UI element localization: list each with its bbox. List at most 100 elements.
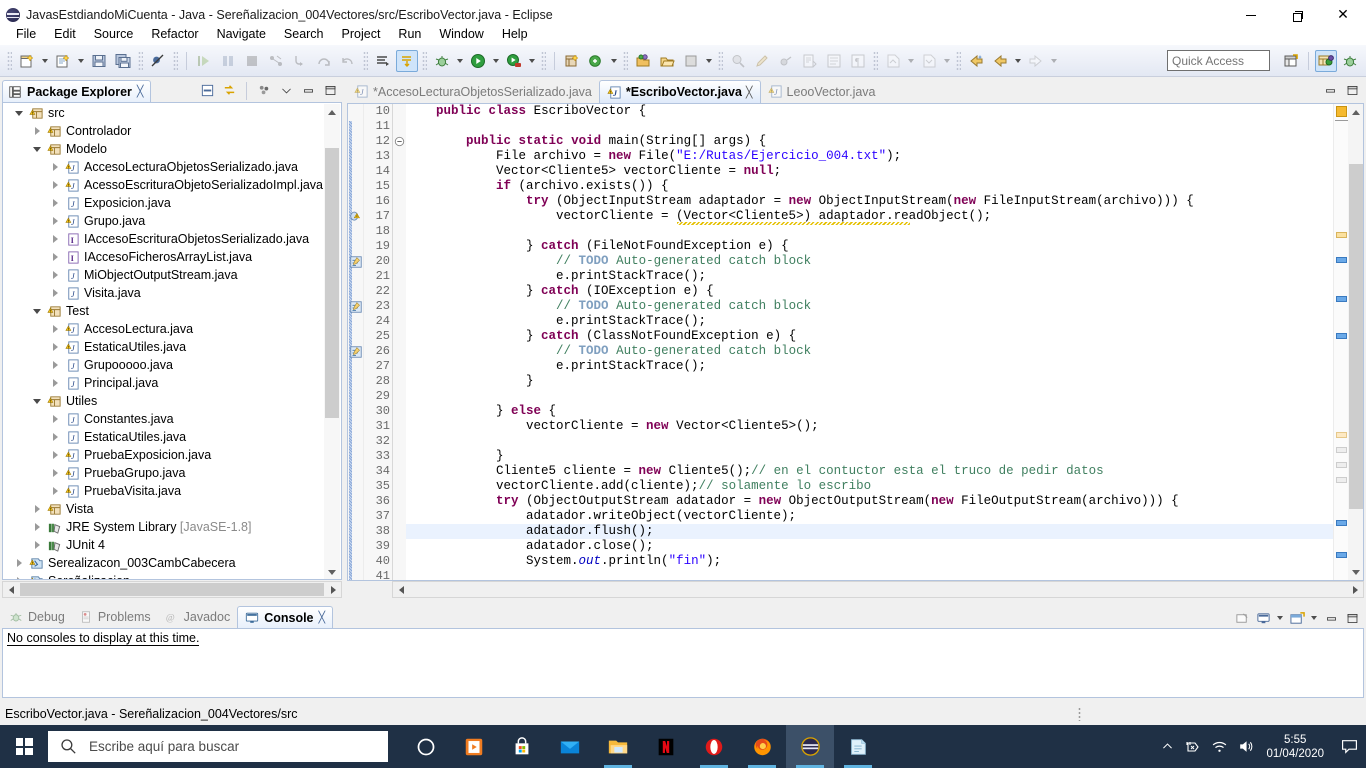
chevron-right-icon[interactable] [29,500,45,518]
code-line[interactable]: } catch (FileNotFoundException e) { [406,239,1333,254]
overview-todo-mark[interactable] [1336,552,1347,558]
notepad-icon[interactable] [834,725,882,768]
tree-item[interactable]: J AccesoLecturaObjetosSerializado.java [3,158,325,176]
chevron-right-icon[interactable] [47,158,63,176]
cortana-icon[interactable] [402,725,450,768]
scroll-left-icon[interactable] [3,582,19,597]
chevron-right-icon[interactable] [29,518,45,536]
notification-icon[interactable] [1332,725,1366,768]
chevron-down-icon[interactable] [608,50,620,72]
toolbar-grip[interactable] [422,50,427,71]
editor-status-indicator[interactable] [1336,106,1347,117]
chevron-down-icon[interactable] [29,302,45,320]
chevron-down-icon[interactable] [1274,607,1286,629]
todo-marker-icon[interactable] [349,345,363,359]
open-task-icon[interactable] [656,50,678,72]
code-line[interactable]: } [406,449,1333,464]
tree-item[interactable]: J EstaticaUtiles.java [3,338,325,356]
debug-icon[interactable] [431,50,453,72]
tree-item[interactable]: src [3,104,325,122]
chevron-right-icon[interactable] [47,464,63,482]
chevron-down-icon[interactable] [703,50,715,72]
menu-item-window[interactable]: Window [430,25,492,43]
debug-perspective-icon[interactable] [1339,50,1361,72]
minimize-view-icon[interactable] [298,81,318,100]
tree-item[interactable]: J Grupooooo.java [3,356,325,374]
code-line[interactable]: adatador.writeObject(vectorCliente); [406,509,1333,524]
chevron-right-icon[interactable] [47,482,63,500]
editor-folding-ruler[interactable] [393,104,406,580]
menu-item-source[interactable]: Source [85,25,143,43]
chevron-down-icon[interactable] [29,140,45,158]
tree-item[interactable]: J Constantes.java [3,410,325,428]
new-java-project-icon[interactable] [561,50,583,72]
chevron-down-icon[interactable] [1308,607,1320,629]
chevron-down-icon[interactable] [11,104,27,122]
tree-item[interactable]: J MiObjectOutputStream.java [3,266,325,284]
code-line[interactable]: e.printStackTrace(); [406,269,1333,284]
code-line[interactable]: } catch (IOException e) { [406,284,1333,299]
netflix-icon[interactable] [642,725,690,768]
run-external-tools-icon[interactable] [503,50,525,72]
tree-item[interactable]: Controlador [3,122,325,140]
todo-marker-icon[interactable] [349,255,363,269]
save-all-icon[interactable] [112,50,134,72]
toolbar-grip[interactable] [623,50,628,71]
code-line[interactable]: File archivo = new File("E:/Rutas/Ejerci… [406,149,1333,164]
new-java-class-icon[interactable] [585,50,607,72]
tree-item[interactable]: J Grupo.java [3,212,325,230]
code-line[interactable]: e.printStackTrace(); [406,314,1333,329]
tree-item[interactable]: Test [3,302,325,320]
warning-marker-icon[interactable] [349,210,363,224]
chevron-right-icon[interactable] [11,572,27,579]
chevron-right-icon[interactable] [29,536,45,554]
file-explorer-icon[interactable] [594,725,642,768]
code-line[interactable] [406,569,1333,580]
view-menu-icon[interactable] [254,81,274,100]
back-history-icon[interactable] [965,50,987,72]
toolbar-grip[interactable] [956,50,961,71]
quick-access-input[interactable] [1167,50,1270,71]
menu-item-run[interactable]: Run [389,25,430,43]
scroll-right-icon[interactable] [325,582,341,597]
overview-occurrence-mark[interactable] [1336,462,1347,468]
package-explorer-hscrollbar[interactable] [2,581,342,598]
editor-tab-2[interactable]: J LeooVector.java [761,80,883,103]
todo-marker-icon[interactable] [349,300,363,314]
chevron-right-icon[interactable] [47,194,63,212]
editor-overview-ruler[interactable] [1333,104,1349,580]
new-wizard-icon[interactable] [16,50,38,72]
chevron-right-icon[interactable] [47,338,63,356]
scroll-down-icon[interactable] [324,564,340,579]
collapse-all-icon[interactable] [197,81,217,100]
tree-item[interactable]: J PruebaGrupo.java [3,464,325,482]
tree-item[interactable]: Vista [3,500,325,518]
fold-collapse-icon[interactable] [393,134,406,149]
chevron-up-icon[interactable] [1154,725,1180,768]
code-line[interactable]: public class EscriboVector { [406,104,1333,119]
chevron-right-icon[interactable] [47,446,63,464]
maximize-editor-icon[interactable] [1342,81,1362,100]
run-icon[interactable] [467,50,489,72]
clear-console-icon[interactable] [1232,609,1252,628]
overview-occurrence-mark[interactable] [1336,432,1347,438]
chevron-right-icon[interactable] [47,374,63,392]
tree-item[interactable]: JUnit 4 [3,536,325,554]
code-line[interactable]: } catch (ClassNotFoundException e) { [406,329,1333,344]
code-line[interactable]: e.printStackTrace(); [406,359,1333,374]
tree-item[interactable]: I IAccesoFicherosArrayList.java [3,248,325,266]
tab-package-explorer[interactable]: Package Explorer ╳ [2,80,151,102]
code-line[interactable] [406,119,1333,134]
close-icon[interactable]: ╳ [746,86,753,99]
code-line[interactable]: vectorCliente.add(cliente);// solamente … [406,479,1333,494]
overview-todo-mark[interactable] [1336,520,1347,526]
firefox-icon[interactable] [738,725,786,768]
wifi-icon[interactable] [1206,725,1232,768]
chevron-down-icon[interactable] [490,50,502,72]
tree-item[interactable]: J Exposicion.java [3,194,325,212]
editor-tab-0[interactable]: J *AccesoLecturaObjetosSerializado.java [347,80,599,103]
tree-item[interactable]: J AcessoEscrituraObjetoSerializadoImpl.ja… [3,176,325,194]
code-line[interactable]: public static void main(String[] args) { [406,134,1333,149]
chevron-down-icon[interactable] [1012,50,1024,72]
chevron-right-icon[interactable] [47,410,63,428]
